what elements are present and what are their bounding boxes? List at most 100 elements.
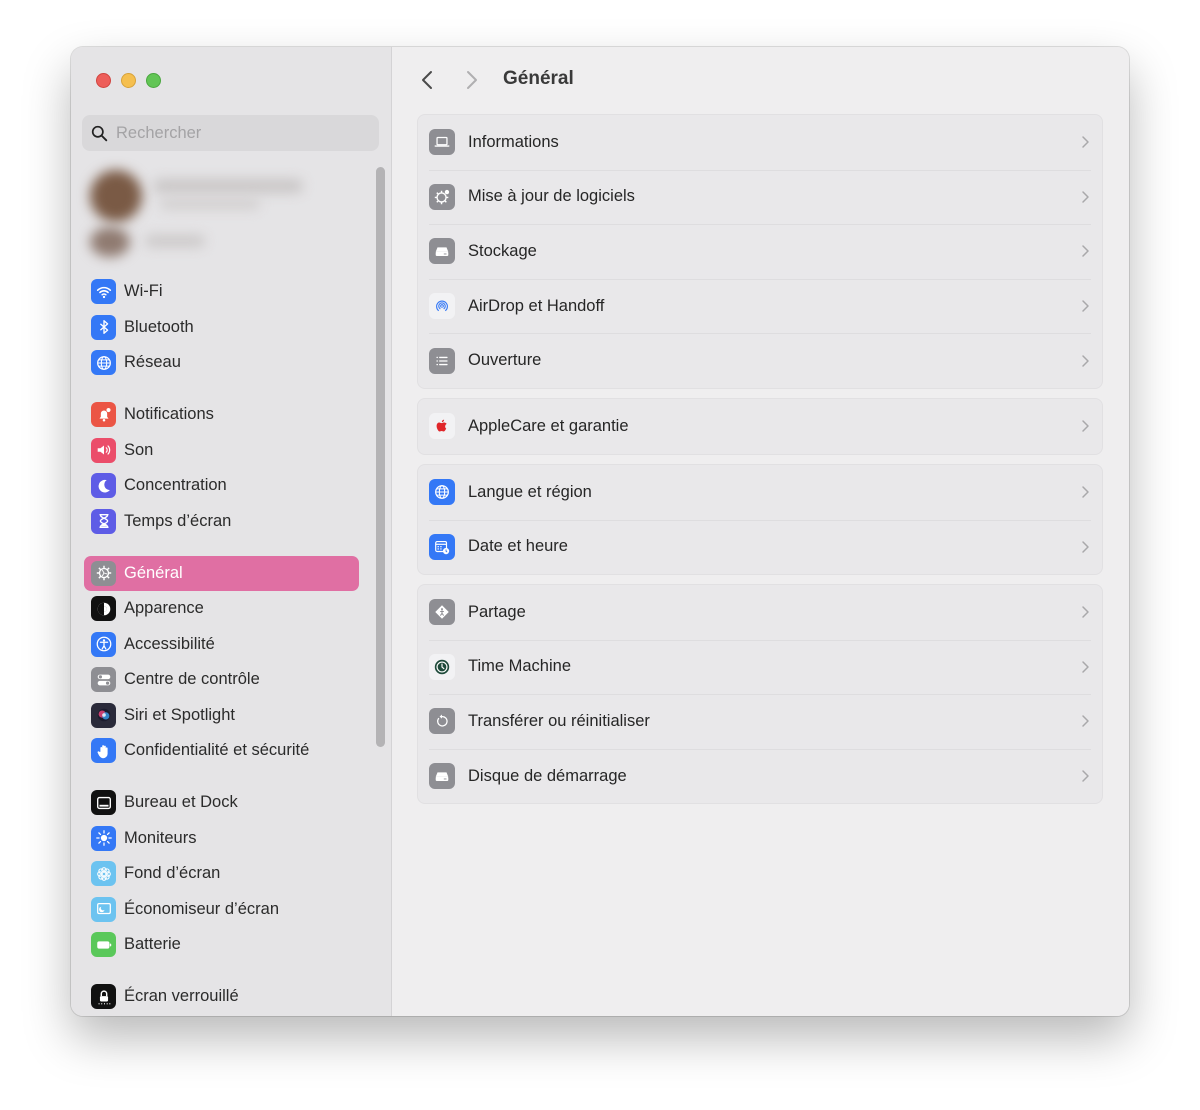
bluetooth-icon [99,320,108,335]
settings-row-label: Disque de démarrage [468,766,627,785]
sidebar-item-dock[interactable]: Bureau et Dock [84,785,359,821]
settings-row[interactable]: Stockage [418,224,1102,279]
chevron-right-icon [1082,486,1089,499]
chevron-right-icon [1082,770,1089,782]
dock-icon [96,796,111,809]
sidebar: Wi-Fi Bluetooth Réseau Notifications Son Conc… [71,47,392,1016]
gear-badge-icon [434,189,450,205]
moon-icon-tile [91,473,116,499]
chevron-right-icon [1082,245,1089,258]
sidebar-item-gear[interactable]: Général [84,555,359,591]
settings-row[interactable]: Date et heure [418,519,1102,575]
sidebar-scrollbar[interactable] [376,167,385,747]
chevron-right-icon [1082,661,1089,673]
settings-row[interactable]: Partage [418,585,1102,640]
system-settings-window: Wi-Fi Bluetooth Réseau Notifications Son Conc… [71,47,1129,1016]
dock-icon-tile [91,790,116,816]
hand-icon [97,744,108,758]
sidebar-item-globe[interactable]: Réseau [84,345,359,381]
settings-row[interactable]: Transférer ou réinitialiser [418,694,1102,749]
reset-icon [437,715,448,728]
hourglass-icon-tile [91,508,116,534]
sidebar-item-label: Économiseur d’écran [124,899,279,918]
sidebar-item-speaker[interactable]: Son [84,433,359,469]
sharing-icon [435,605,449,620]
toolbar: Général [392,47,1129,115]
sidebar-item-label: Centre de contrôle [124,670,260,689]
sidebar-item-hourglass[interactable]: Temps d’écran [84,504,359,540]
settings-row[interactable]: Langue et région [418,465,1102,520]
sidebar-item-label: Temps d’écran [124,511,232,530]
globe-icon-tile [429,479,455,506]
globe-icon [435,485,449,500]
laptop-icon [434,137,450,148]
apple-account-profile[interactable] [85,165,315,265]
airdrop-icon-tile [429,293,455,320]
settings-row[interactable]: AppleCare et garantie [418,399,1102,454]
settings-group: Informations Mise à jour de logiciels Stoc… [417,114,1103,389]
settings-row-label: Time Machine [468,657,572,676]
settings-row[interactable]: Mise à jour de logiciels [418,169,1102,225]
chevron-right-icon [1082,136,1089,149]
sidebar-item-accessibility[interactable]: Accessibilité [84,627,359,663]
brightness-icon-tile [91,825,116,851]
chevron-right-icon [467,71,477,89]
settings-row[interactable]: Time Machine [418,639,1102,695]
minimize-button[interactable] [121,73,136,88]
sidebar-item-label: Wi-Fi [124,282,163,301]
sidebar-item-label: Concentration [124,476,227,495]
bell-icon-tile [91,402,116,428]
wifi-icon-tile [91,279,116,305]
chevron-right-icon [1082,300,1089,312]
sidebar-item-toggles[interactable]: Centre de contrôle [84,662,359,698]
sidebar-item-lock[interactable]: Écran verrouillé [84,979,359,1015]
sidebar-item-wifi[interactable]: Wi-Fi [84,274,359,310]
globe-icon-tile [91,350,116,376]
sidebar-item-bluetooth[interactable]: Bluetooth [84,310,359,346]
flower-icon-tile [91,861,116,887]
search-input[interactable] [116,123,366,143]
globe-icon [96,355,111,370]
chevron-right-icon [1082,541,1089,553]
sidebar-item-bell[interactable]: Notifications [84,397,359,433]
battery-icon-tile [91,932,116,958]
sidebar-group-spacer [84,769,359,786]
search-field[interactable] [82,115,379,151]
chevron-right-icon [1082,420,1089,433]
account-subtitle-blurred [160,199,260,209]
sidebar-item-appearance[interactable]: Apparence [84,591,359,627]
sidebar-item-label: Siri et Spotlight [124,705,235,724]
settings-row[interactable]: AirDrop et Handoff [418,278,1102,334]
laptop-icon-tile [429,129,455,156]
accessibility-icon-tile [91,631,116,657]
gear-icon [96,566,111,581]
settings-group: Langue et région Date et heure [417,464,1103,576]
sidebar-item-hand[interactable]: Confidentialité et sécurité [84,733,359,769]
sidebar-item-label: Réseau [124,353,181,372]
zoom-button[interactable] [146,73,161,88]
forward-button[interactable] [461,69,483,91]
apple-icon [436,419,447,432]
settings-row[interactable]: Disque de démarrage [418,748,1102,804]
sidebar-item-flower[interactable]: Fond d’écran [84,856,359,892]
sidebar-item-brightness[interactable]: Moniteurs [84,821,359,857]
apple-icon-tile [429,413,455,440]
sidebar-item-screensaver[interactable]: Économiseur d’écran [84,892,359,928]
lock-icon-tile [91,984,116,1010]
sidebar-item-moon[interactable]: Concentration [84,468,359,504]
settings-row[interactable]: Informations [418,115,1102,170]
settings-row-label: AppleCare et garantie [468,416,629,435]
sidebar-group-spacer [84,963,359,980]
sidebar-item-battery[interactable]: Batterie [84,927,359,963]
battery-icon [96,941,111,949]
hourglass-icon [99,514,108,529]
back-button[interactable] [416,69,438,91]
sidebar-item-label: Notifications [124,405,214,424]
settings-row[interactable]: Ouverture [418,333,1102,388]
chevron-right-icon [1082,715,1089,728]
chevron-left-icon [422,71,432,89]
sidebar-item-siri[interactable]: Siri et Spotlight [84,698,359,734]
chevron-right-icon [1082,191,1089,203]
wifi-icon [96,286,111,298]
close-button[interactable] [96,73,111,88]
